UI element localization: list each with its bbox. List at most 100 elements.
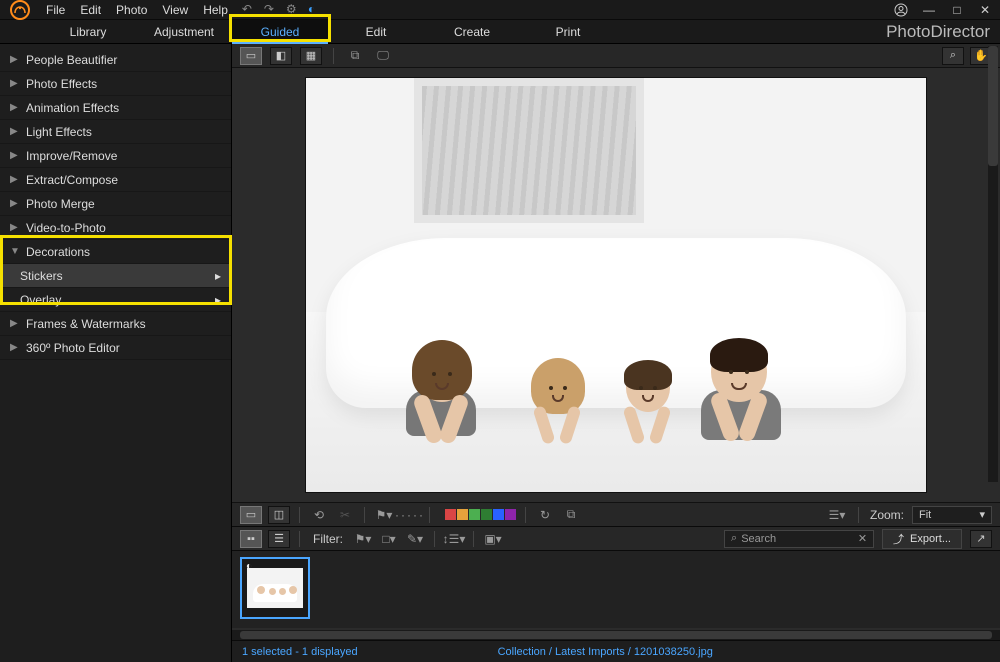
zoom-select[interactable]: Fit▾ [912, 506, 992, 524]
layout-single-icon[interactable]: ▭ [240, 506, 262, 524]
chevron-right-icon: ▶ [10, 78, 20, 89]
separator [434, 531, 435, 547]
view-single-icon[interactable]: ▭ [240, 47, 262, 65]
sidebar-item-label: Photo Merge [26, 197, 95, 211]
mirror-icon[interactable]: ⧉ [345, 47, 365, 65]
tab-edit[interactable]: Edit [328, 20, 424, 44]
rotate-ccw-icon[interactable]: ⟲ [309, 506, 329, 524]
tab-guided[interactable]: Guided [232, 20, 328, 44]
redo-icon[interactable]: ↷ [264, 2, 280, 18]
swatch-darkgreen[interactable] [481, 509, 492, 520]
sidebar-item-frames-watermarks[interactable]: ▶Frames & Watermarks [0, 312, 231, 336]
swatch-green[interactable] [469, 509, 480, 520]
chevron-right-icon: ▶ [10, 126, 20, 137]
sidebar-item-label: Decorations [26, 245, 90, 259]
color-labels[interactable] [445, 509, 516, 520]
sidebar-item-label: 360º Photo Editor [26, 341, 120, 355]
menu-help[interactable]: Help [203, 3, 228, 17]
user-icon[interactable] [892, 3, 910, 17]
swatch-purple[interactable] [505, 509, 516, 520]
vertical-scrollbar[interactable] [988, 46, 998, 482]
undo-icon[interactable]: ↶ [242, 2, 258, 18]
preview-toolbar: ▭ ◫ ⟲ ✂ ⚑▾ ····· ↻ ⧉ ☰▾ Zoom: [232, 502, 1000, 526]
sidebar-item-people-beautifier[interactable]: ▶People Beautifier [0, 48, 231, 72]
close-button[interactable]: ✕ [976, 3, 994, 17]
view-compare-icon[interactable]: ◧ [270, 47, 292, 65]
sidebar-subitem-stickers[interactable]: Stickers▸ [0, 264, 231, 288]
separator [429, 507, 430, 523]
export-label: Export... [910, 533, 951, 545]
crop-icon: ✂ [335, 506, 355, 524]
sidebar-item-photo-merge[interactable]: ▶Photo Merge [0, 192, 231, 216]
menu-view[interactable]: View [162, 3, 188, 17]
sidebar-subitem-overlay[interactable]: Overlay▸ [0, 288, 231, 312]
thumb-size-list-icon[interactable]: ☰ [268, 530, 290, 548]
view-grid-icon[interactable]: ▦ [300, 47, 322, 65]
flag-icon[interactable]: ⚑▾ [374, 506, 394, 524]
rating-dots[interactable]: ····· [400, 506, 420, 524]
chevron-right-icon: ▶ [10, 150, 20, 161]
sidebar-item-label: Extract/Compose [26, 173, 118, 187]
share-button[interactable]: ↗ [970, 530, 992, 548]
filter-sort-icon[interactable]: ↕☰▾ [444, 530, 464, 548]
canvas[interactable] [232, 68, 1000, 502]
sidebar-item-light-effects[interactable]: ▶Light Effects [0, 120, 231, 144]
thumbnail-strip: ◐ [232, 550, 1000, 628]
viewer-toolbar: ▭ ◧ ▦ ⧉ 🖵 ⌕ ✋ [232, 44, 1000, 68]
zoom-tool-icon[interactable]: ⌕ [942, 47, 964, 65]
display-icon[interactable]: 🖵 [373, 47, 393, 65]
filter-stack-icon[interactable]: ▣▾ [483, 530, 503, 548]
tab-print[interactable]: Print [520, 20, 616, 44]
export-button[interactable]: ⤴ Export... [882, 529, 962, 549]
separator [333, 48, 334, 64]
maximize-button[interactable]: □ [948, 3, 966, 17]
tab-library[interactable]: Library [40, 20, 136, 44]
search-icon: ⌕ [731, 532, 737, 545]
filter-label-icon[interactable]: □▾ [379, 530, 399, 548]
sidebar-item-decorations[interactable]: ▼Decorations [0, 240, 231, 264]
mode-tabs: Library Adjustment Guided Edit Create Pr… [0, 20, 1000, 44]
filter-label: Filter: [313, 532, 343, 546]
menu-photo[interactable]: Photo [116, 3, 147, 17]
filter-edited-icon[interactable]: ✎▾ [405, 530, 425, 548]
menu-edit[interactable]: Edit [80, 3, 101, 17]
separator [299, 507, 300, 523]
app-logo[interactable] [0, 0, 40, 20]
swatch-red[interactable] [445, 509, 456, 520]
sidebar-item-360-photo-editor[interactable]: ▶360º Photo Editor [0, 336, 231, 360]
content-area: ▭ ◧ ▦ ⧉ 🖵 ⌕ ✋ [232, 44, 1000, 662]
clear-search-icon[interactable]: ✕ [858, 532, 867, 545]
menu-file[interactable]: File [46, 3, 65, 17]
swatch-orange[interactable] [457, 509, 468, 520]
sidebar-item-animation-effects[interactable]: ▶Animation Effects [0, 96, 231, 120]
sidebar-item-label: People Beautifier [26, 53, 117, 67]
thumbnail[interactable]: ◐ [240, 557, 310, 619]
tab-adjustment[interactable]: Adjustment [136, 20, 232, 44]
copy-settings-icon[interactable]: ⧉ [561, 506, 581, 524]
sort-icon[interactable]: ☰▾ [827, 506, 847, 524]
separator [473, 531, 474, 547]
swatch-blue[interactable] [493, 509, 504, 520]
statusbar: 1 selected - 1 displayed Collection / La… [232, 640, 1000, 662]
tab-create[interactable]: Create [424, 20, 520, 44]
selection-status: 1 selected - 1 displayed [242, 646, 358, 658]
minimize-button[interactable]: — [920, 3, 938, 17]
thumb-size-small-icon[interactable]: ▪▪ [240, 530, 262, 548]
search-input[interactable]: ⌕ Search ✕ [724, 530, 874, 548]
chevron-right-icon: ▸ [215, 269, 221, 283]
thumbnail-scrollbar[interactable] [232, 630, 1000, 640]
sidebar-item-extract-compose[interactable]: ▶ Extract/Compose [0, 168, 231, 192]
notification-icon[interactable]: ◐ [308, 2, 324, 18]
filter-flag-icon[interactable]: ⚑▾ [353, 530, 373, 548]
reset-icon[interactable]: ↻ [535, 506, 555, 524]
sidebar-item-improve-remove[interactable]: ▶ Improve/Remove [0, 144, 231, 168]
chevron-right-icon: ▶ [10, 318, 20, 329]
chevron-right-icon: ▶ [10, 222, 20, 233]
sidebar-item-label: Improve/Remove [26, 149, 117, 163]
settings-icon[interactable]: ⚙ [286, 2, 302, 18]
chevron-right-icon: ▶ [10, 174, 20, 185]
sidebar-item-photo-effects[interactable]: ▶Photo Effects [0, 72, 231, 96]
sidebar-item-video-to-photo[interactable]: ▶Video-to-Photo [0, 216, 231, 240]
titlebar: File Edit Photo View Help ↶ ↷ ⚙ ◐ — □ ✕ [0, 0, 1000, 20]
layout-split-icon[interactable]: ◫ [268, 506, 290, 524]
